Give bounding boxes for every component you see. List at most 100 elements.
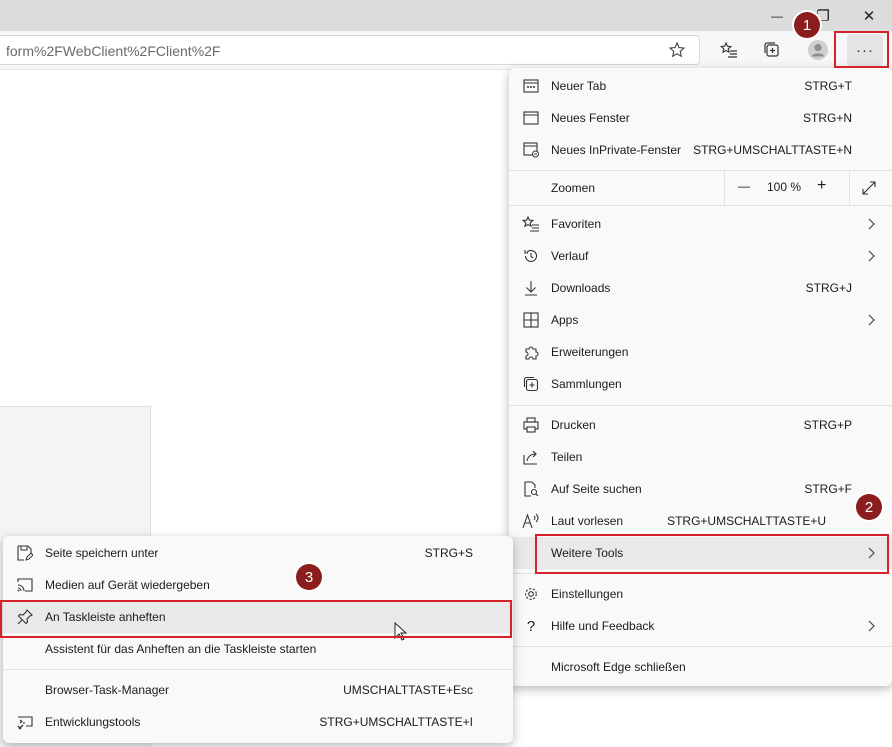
save-page-label: Seite speichern unter — [45, 546, 159, 560]
menu-collections[interactable]: Sammlungen — [509, 368, 892, 400]
browser-toolbar: form%2FWebClient%2FClient%2F ··· — [0, 31, 892, 70]
printer-icon — [521, 415, 541, 435]
chevron-right-icon — [868, 616, 878, 636]
devtools-label: Entwicklungstools — [45, 715, 141, 729]
new-window-shortcut: STRG+N — [802, 111, 852, 125]
new-inprivate-shortcut: STRG+UMSCHALTTASTE+N — [693, 143, 852, 157]
zoom-label: Zoomen — [551, 181, 596, 195]
menu-zoom: Zoomen — 100 % + — [509, 171, 892, 205]
zoom-out-button[interactable]: — — [735, 179, 753, 193]
chevron-right-icon — [868, 310, 878, 330]
find-label: Auf Seite suchen — [551, 482, 642, 496]
collections-icon — [521, 374, 541, 394]
step-badge-1: 1 — [794, 12, 820, 38]
highlight-pin-taskbar — [0, 600, 512, 638]
menu-settings[interactable]: Einstellungen — [509, 578, 892, 610]
favorites-label: Favoriten — [551, 217, 602, 231]
read-aloud-shortcut: STRG+UMSCHALTTASTE+U — [667, 514, 826, 528]
read-aloud-icon — [521, 511, 541, 531]
gear-icon — [521, 584, 541, 604]
step-badge-3: 3 — [296, 564, 322, 590]
collections-label: Sammlungen — [551, 377, 622, 391]
save-page-icon — [15, 543, 35, 563]
close-window-button[interactable]: ✕ — [846, 0, 892, 31]
downloads-label: Downloads — [551, 281, 611, 295]
cast-icon — [15, 575, 35, 595]
task-manager-label: Browser-Task-Manager — [45, 683, 170, 697]
print-shortcut: STRG+P — [803, 418, 852, 432]
minimize-icon: — — [771, 8, 783, 23]
settings-menu: Neuer Tab STRG+T Neues Fenster STRG+N Ne… — [509, 68, 892, 686]
read-aloud-label: Laut vorlesen — [551, 514, 624, 528]
menu-new-tab[interactable]: Neuer Tab STRG+T — [509, 70, 892, 102]
highlight-more-button — [834, 31, 889, 68]
pin-wizard-label: Assistent für das Anheften an die Taskle… — [45, 642, 317, 656]
new-window-label: Neues Fenster — [551, 111, 630, 125]
zoom-level: 100 % — [767, 180, 802, 194]
print-label: Drucken — [551, 418, 596, 432]
share-label: Teilen — [551, 450, 583, 464]
chevron-right-icon — [868, 214, 878, 234]
favorites-icon — [521, 214, 541, 234]
extensions-label: Erweiterungen — [551, 345, 629, 359]
cast-label: Medien auf Gerät wiedergeben — [45, 578, 210, 592]
address-url: form%2FWebClient%2FClient%2F — [6, 43, 221, 59]
zoom-divider — [849, 171, 850, 205]
find-shortcut: STRG+F — [804, 482, 852, 496]
apps-icon — [521, 310, 541, 330]
menu-print[interactable]: Drucken STRG+P — [509, 409, 892, 441]
menu-downloads[interactable]: Downloads STRG+J — [509, 272, 892, 304]
zoom-in-button[interactable]: + — [817, 177, 826, 195]
menu-task-manager[interactable]: Browser-Task-Manager UMSCHALTTASTE+Esc — [3, 674, 513, 706]
download-icon — [521, 278, 541, 298]
new-tab-shortcut: STRG+T — [804, 79, 852, 93]
apps-label: Apps — [551, 313, 579, 327]
menu-find[interactable]: Auf Seite suchen STRG+F — [509, 473, 892, 505]
menu-help[interactable]: ? Hilfe und Feedback — [509, 610, 892, 642]
more-tools-submenu: Seite speichern unter STRG+S Medien auf … — [3, 536, 513, 743]
close-edge-label: Microsoft Edge schließen — [551, 660, 686, 674]
menu-new-inprivate[interactable]: Neues InPrivate-Fenster STRG+UMSCHALTTAS… — [509, 134, 892, 166]
close-icon: ✕ — [862, 7, 876, 25]
menu-apps[interactable]: Apps — [509, 304, 892, 336]
step-badge-2: 2 — [856, 494, 882, 520]
history-label: Verlauf — [551, 249, 589, 263]
menu-cast-media[interactable]: Medien auf Gerät wiedergeben — [3, 569, 513, 601]
separator — [509, 205, 892, 206]
inprivate-icon — [521, 140, 541, 160]
downloads-shortcut: STRG+J — [805, 281, 852, 295]
menu-save-page[interactable]: Seite speichern unter STRG+S — [3, 537, 513, 569]
address-bar[interactable]: form%2FWebClient%2FClient%2F — [0, 35, 700, 65]
menu-favorites[interactable]: Favoriten — [509, 208, 892, 240]
question-icon: ? — [526, 617, 536, 635]
zoom-divider — [724, 171, 725, 205]
new-inprivate-label: Neues InPrivate-Fenster — [551, 143, 682, 157]
new-window-icon — [521, 108, 541, 128]
profile-icon[interactable] — [802, 35, 834, 65]
puzzle-icon — [521, 342, 541, 362]
separator — [509, 405, 892, 406]
menu-extensions[interactable]: Erweiterungen — [509, 336, 892, 368]
favorites-list-icon[interactable] — [713, 35, 745, 65]
task-manager-shortcut: UMSCHALTTASTE+Esc — [343, 683, 473, 697]
separator — [509, 646, 892, 647]
share-icon — [521, 447, 541, 467]
settings-label: Einstellungen — [551, 587, 624, 601]
save-page-shortcut: STRG+S — [424, 546, 473, 560]
collections-icon[interactable] — [756, 35, 788, 65]
history-icon — [521, 246, 541, 266]
menu-history[interactable]: Verlauf — [509, 240, 892, 272]
fullscreen-icon[interactable] — [861, 180, 877, 196]
menu-close-edge[interactable]: Microsoft Edge schließen — [509, 651, 892, 683]
title-bar: — ❐ ✕ — [0, 0, 892, 31]
separator — [3, 669, 513, 670]
menu-share[interactable]: Teilen — [509, 441, 892, 473]
find-page-icon — [521, 479, 541, 499]
star-icon[interactable] — [668, 41, 686, 59]
devtools-shortcut: STRG+UMSCHALTTASTE+I — [319, 715, 473, 729]
menu-devtools[interactable]: Entwicklungstools STRG+UMSCHALTTASTE+I — [3, 706, 513, 738]
help-label: Hilfe und Feedback — [551, 619, 655, 633]
menu-new-window[interactable]: Neues Fenster STRG+N — [509, 102, 892, 134]
menu-read-aloud[interactable]: Laut vorlesen STRG+UMSCHALTTASTE+U — [509, 505, 892, 537]
chevron-right-icon — [868, 246, 878, 266]
